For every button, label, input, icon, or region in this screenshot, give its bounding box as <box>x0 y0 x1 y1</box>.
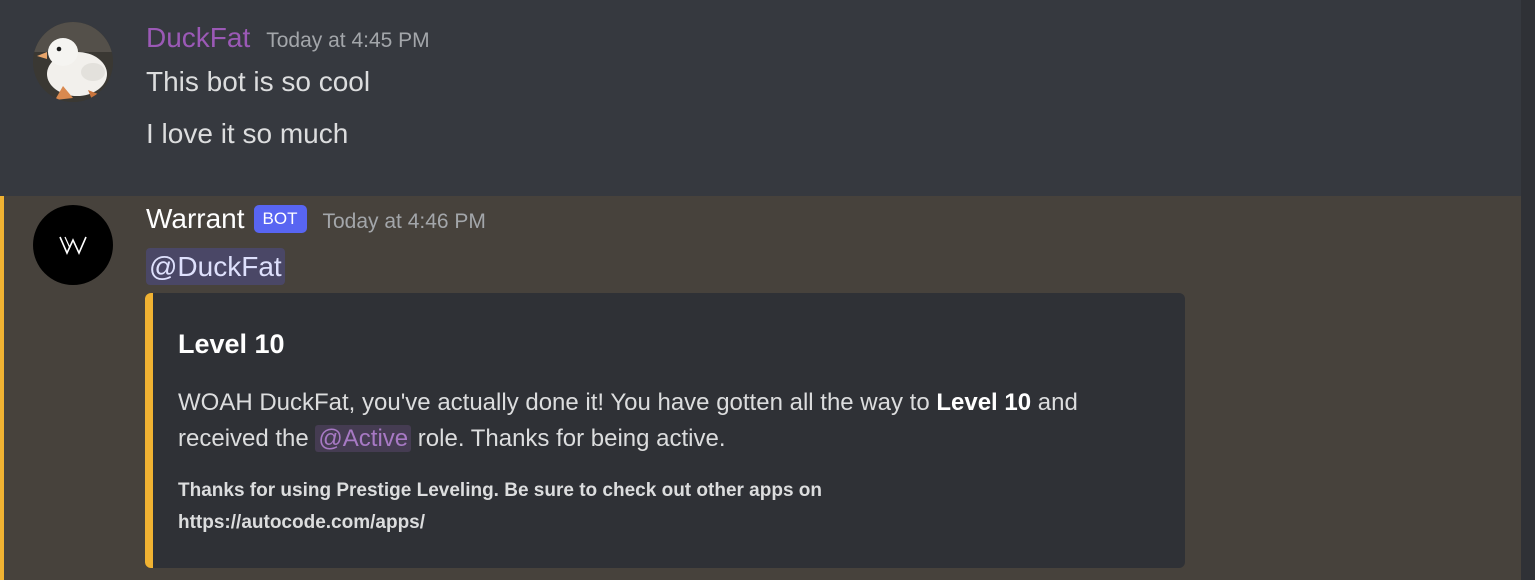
embed-description: WOAH DuckFat, you've actually done it! Y… <box>178 385 1168 457</box>
embed-title: Level 10 <box>178 329 285 359</box>
bot-badge: BOT <box>253 205 307 233</box>
embed-description-text: WOAH DuckFat, you've actually done it! Y… <box>178 389 937 416</box>
embed-footer: Thanks for using Prestige Leveling. Be s… <box>178 475 938 539</box>
embed-footer-text: Thanks for using Prestige Leveling. Be s… <box>178 480 823 501</box>
message-header-warrant: Warrant BOT Today at 4:46 PM <box>146 203 486 237</box>
message-timestamp[interactable]: Today at 4:46 PM <box>323 210 486 234</box>
duck-avatar-icon[interactable] <box>33 22 113 102</box>
author-name[interactable]: Warrant <box>146 203 245 235</box>
embed-footer-link[interactable]: https://autocode.com/apps/ <box>178 507 938 539</box>
embed-accent-bar <box>145 293 153 568</box>
author-name[interactable]: DuckFat <box>146 22 250 54</box>
message-timestamp[interactable]: Today at 4:45 PM <box>266 29 429 53</box>
message-header-duckfat: DuckFat Today at 4:45 PM <box>146 22 430 54</box>
message-embed: Level 10 WOAH DuckFat, you've actually d… <box>145 293 1185 568</box>
role-mention[interactable]: @Active <box>315 425 412 452</box>
embed-description-bold: Level 10 <box>936 389 1032 416</box>
embed-description-text: role. Thanks for being active. <box>411 425 726 452</box>
message-text: This bot is so cool <box>146 66 371 97</box>
user-mention[interactable]: @DuckFat <box>146 248 285 285</box>
scrollbar-track[interactable] <box>1521 0 1535 580</box>
mention-highlight-bar <box>0 196 4 580</box>
chat-messages: DuckFat Today at 4:45 PM This bot is so … <box>0 0 1535 580</box>
warrant-logo-icon[interactable] <box>33 205 113 285</box>
message-text: I love it so much <box>146 118 349 149</box>
